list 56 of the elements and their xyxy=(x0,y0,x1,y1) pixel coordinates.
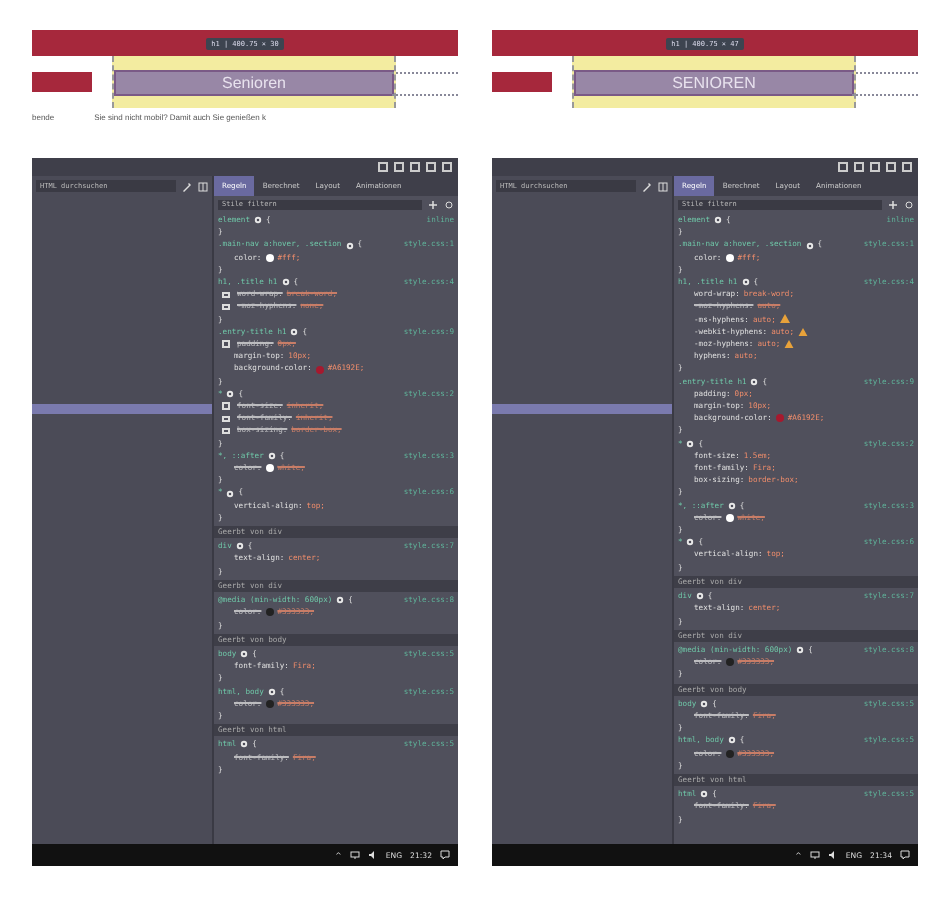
pseudo-class-icon[interactable] xyxy=(444,199,454,209)
color-swatch[interactable] xyxy=(265,608,274,617)
gear-icon[interactable] xyxy=(226,489,235,498)
gear-icon[interactable] xyxy=(345,241,354,249)
gear-icon[interactable] xyxy=(700,790,709,799)
nav-block xyxy=(32,72,92,92)
heading-highlight: SENIOREN xyxy=(574,69,854,95)
gear-icon[interactable] xyxy=(741,278,750,287)
eyedropper-icon[interactable] xyxy=(642,181,652,191)
network-icon[interactable] xyxy=(349,850,360,860)
gear-icon[interactable] xyxy=(700,699,709,708)
gear-icon[interactable] xyxy=(796,646,805,654)
gear-icon[interactable] xyxy=(267,451,276,460)
gear-icon[interactable] xyxy=(254,216,263,225)
nav-block xyxy=(492,72,552,92)
plus-icon[interactable] xyxy=(428,199,438,209)
gear-icon[interactable] xyxy=(240,650,249,658)
color-swatch[interactable] xyxy=(725,749,734,758)
notification-icon[interactable] xyxy=(440,850,450,860)
color-swatch[interactable] xyxy=(265,464,274,473)
notification-icon[interactable] xyxy=(900,850,910,860)
selected-node-row[interactable] xyxy=(492,404,672,414)
gear-icon[interactable] xyxy=(336,596,345,605)
guide-lines xyxy=(392,72,458,96)
color-swatch[interactable] xyxy=(265,253,274,262)
gear-icon[interactable] xyxy=(714,216,723,225)
gear-icon[interactable] xyxy=(686,439,695,448)
gear-icon[interactable] xyxy=(805,241,814,249)
color-swatch[interactable] xyxy=(775,414,784,423)
gear-icon[interactable] xyxy=(686,538,695,547)
heading-highlight: Senioren xyxy=(114,69,394,95)
panel-icon[interactable] xyxy=(198,181,208,191)
gear-icon[interactable] xyxy=(290,327,299,336)
selected-node-row[interactable] xyxy=(32,404,212,414)
gear-icon[interactable] xyxy=(235,542,244,551)
pseudo-class-icon[interactable] xyxy=(904,199,914,209)
gear-icon[interactable] xyxy=(695,592,704,601)
network-icon[interactable] xyxy=(809,850,820,860)
color-swatch[interactable] xyxy=(725,253,734,262)
gear-icon[interactable] xyxy=(226,389,235,398)
gear-icon[interactable] xyxy=(750,377,759,386)
gear-icon[interactable] xyxy=(727,736,736,745)
gear-icon[interactable] xyxy=(727,501,736,510)
plus-icon[interactable] xyxy=(888,199,898,209)
panel-icon[interactable] xyxy=(658,181,668,191)
speaker-icon[interactable] xyxy=(827,850,838,860)
color-swatch[interactable] xyxy=(315,365,324,374)
color-swatch[interactable] xyxy=(725,513,734,522)
gear-icon[interactable] xyxy=(267,687,276,696)
color-swatch[interactable] xyxy=(265,699,274,708)
eyedropper-icon[interactable] xyxy=(182,181,192,191)
gear-icon[interactable] xyxy=(240,740,249,749)
guide-lines xyxy=(852,72,918,96)
speaker-icon[interactable] xyxy=(367,850,378,860)
color-swatch[interactable] xyxy=(725,658,734,667)
gear-icon[interactable] xyxy=(281,278,290,287)
